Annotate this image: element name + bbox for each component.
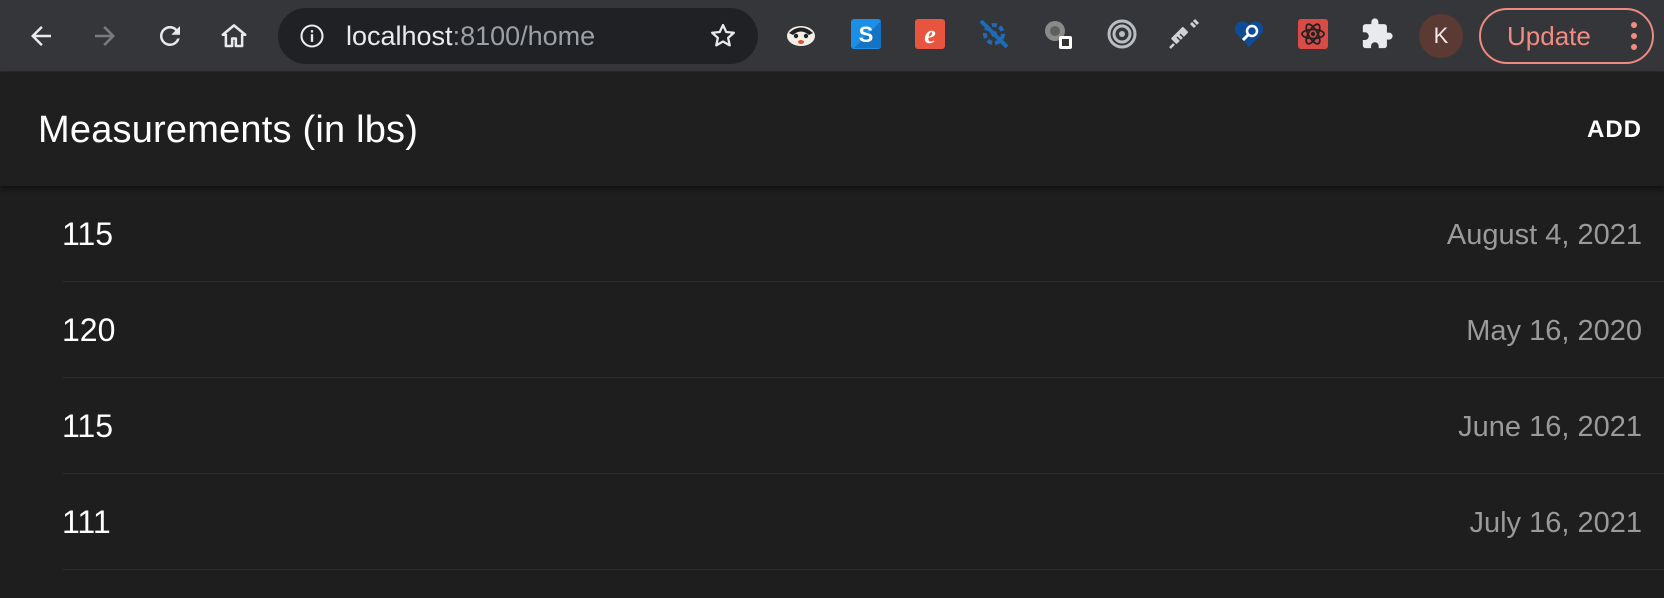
list-item[interactable]: 111 July 16, 2021: [0, 474, 1664, 570]
arrow-right-icon: [95, 26, 115, 46]
react-devtools-icon[interactable]: [1295, 16, 1331, 52]
forward-button[interactable]: [81, 12, 129, 60]
s-extension-icon[interactable]: S: [848, 16, 884, 52]
measurement-date: July 16, 2021: [1469, 507, 1642, 539]
reload-icon: [159, 25, 180, 46]
measurement-date: June 16, 2021: [1458, 411, 1642, 443]
app-header: Measurements (in lbs) ADD: [0, 72, 1664, 186]
arrow-left-icon: [31, 26, 51, 46]
puzzle-icon[interactable]: [1359, 16, 1395, 52]
measurement-value: 120: [62, 312, 116, 348]
syringe-icon[interactable]: [1166, 16, 1202, 52]
page-title: Measurements (in lbs): [38, 109, 419, 151]
measurements-list: 115 August 4, 2021 120 May 16, 2020 115 …: [0, 186, 1664, 598]
address-bar[interactable]: localhost:8100/home: [278, 8, 758, 64]
measurement-value: 115: [62, 216, 114, 252]
home-button[interactable]: [210, 12, 258, 60]
badger-icon[interactable]: [783, 16, 819, 52]
home-icon: [221, 24, 247, 48]
url-text: localhost:8100/home: [346, 22, 595, 50]
add-button[interactable]: ADD: [1587, 112, 1642, 148]
url-path: :8100/home: [452, 21, 596, 51]
browser-toolbar: localhost:8100/home S e K Update: [0, 0, 1664, 72]
gray-extension-icon[interactable]: [1040, 16, 1076, 52]
list-item[interactable]: 120 May 16, 2020: [0, 282, 1664, 378]
disconnect-icon[interactable]: [976, 16, 1012, 52]
measurement-date: May 16, 2020: [1466, 315, 1642, 347]
info-icon[interactable]: [298, 22, 326, 50]
measurement-value: 115: [62, 408, 114, 444]
list-item[interactable]: 115 June 16, 2021: [0, 378, 1664, 474]
update-label: Update: [1507, 20, 1591, 51]
reload-button[interactable]: [146, 12, 194, 60]
svg-text:e: e: [924, 20, 936, 49]
svg-text:S: S: [859, 22, 874, 47]
divider: [62, 569, 1664, 570]
heart-search-icon[interactable]: [1231, 16, 1267, 52]
e-extension-icon[interactable]: e: [912, 16, 948, 52]
profile-avatar[interactable]: K: [1419, 14, 1463, 58]
bookmark-star-icon[interactable]: [708, 21, 738, 51]
target-icon[interactable]: [1104, 16, 1140, 52]
measurement-value: 111: [62, 504, 111, 540]
measurement-date: August 4, 2021: [1446, 219, 1642, 251]
back-button[interactable]: [17, 12, 65, 60]
update-button[interactable]: Update: [1479, 8, 1654, 64]
list-item[interactable]: 115 August 4, 2021: [0, 186, 1664, 282]
more-vert-icon: [1631, 22, 1637, 50]
url-host: localhost: [346, 21, 453, 51]
